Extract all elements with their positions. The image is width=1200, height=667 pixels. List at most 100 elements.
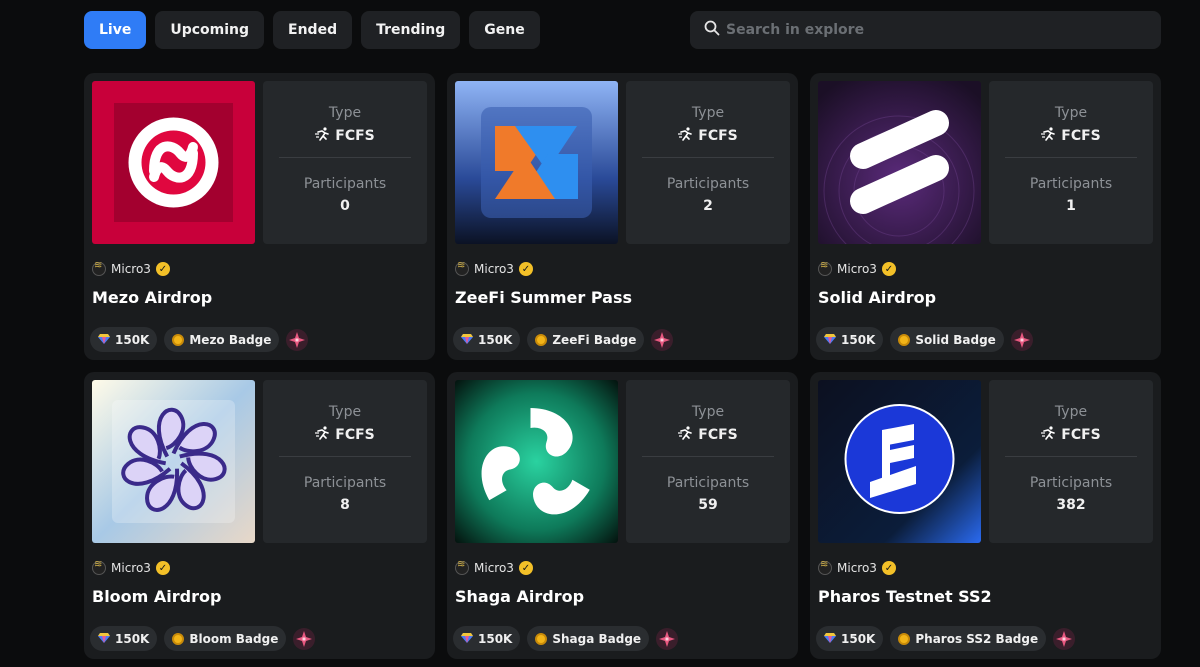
bonus-reward-icon[interactable] [651,328,674,351]
tab-upcoming[interactable]: Upcoming [155,11,265,49]
bonus-reward-icon[interactable] [286,328,309,351]
bonus-reward-icon[interactable] [1053,627,1076,650]
tab-trending[interactable]: Trending [361,11,461,49]
type-value: FCFS [1061,128,1101,144]
reward-pills: 150K Mezo Badge [90,327,309,352]
badge-pill: ZeeFi Badge [527,327,645,352]
type-label: Type [328,105,362,121]
gem-icon [98,632,110,646]
tab-ended[interactable]: Ended [273,11,353,49]
points-pill: 150K [453,327,521,352]
creator-avatar-icon [455,559,469,575]
points-pill: 150K [453,626,521,651]
campaign-info-panel: Type FCFS Participants 8 [263,380,427,543]
type-label: Type [1054,105,1088,121]
type-value: FCFS [698,128,738,144]
runner-icon [315,127,331,145]
verified-icon: ✓ [881,262,896,276]
divider [1005,456,1137,457]
participants-value: 8 [340,497,350,513]
gem-icon [461,632,473,646]
verified-icon: ✓ [155,561,170,575]
type-value: FCFS [698,427,738,443]
participants-value: 2 [703,198,713,214]
creator[interactable]: Micro3 ✓ [92,260,170,276]
reward-pills: 150K Bloom Badge [90,626,316,651]
points-pill: 150K [816,626,884,651]
participants-value: 0 [340,198,350,214]
badge-name: Mezo Badge [189,332,272,347]
reward-pills: 150K Shaga Badge [453,626,679,651]
creator-avatar-icon [818,260,832,276]
campaign-info-panel: Type FCFS Participants 0 [263,81,427,244]
creator[interactable]: Micro3 ✓ [455,559,533,575]
creator-avatar-icon [818,559,832,575]
bonus-reward-icon[interactable] [656,627,679,650]
campaign-card[interactable]: Type FCFS Participants 0 Micro3 ✓ Mezo A… [84,73,435,360]
runner-icon [678,426,694,444]
search-bar[interactable] [690,11,1161,49]
participants-label: Participants [1029,475,1113,491]
badge-name: Pharos SS2 Badge [915,631,1039,646]
type-value: FCFS [335,128,375,144]
gem-icon [824,333,836,347]
divider [642,456,774,457]
divider [642,157,774,158]
points-value: 150K [841,631,876,646]
creator-avatar-icon [92,260,106,276]
badge-name: Solid Badge [915,332,996,347]
campaign-card[interactable]: Type FCFS Participants 2 Micro3 ✓ ZeeFi … [447,73,798,360]
shaga-logo [455,380,618,543]
tab-live[interactable]: Live [84,11,147,49]
runner-icon [1041,127,1057,145]
divider [279,456,411,457]
participants-label: Participants [1029,176,1113,192]
badge-pill: Shaga Badge [527,626,650,651]
badge-pill: Mezo Badge [164,327,280,352]
runner-icon [315,426,331,444]
filter-tabs: Live Upcoming Ended Trending Gene [84,11,540,49]
points-value: 150K [115,631,150,646]
campaign-title: Mezo Airdrop [92,288,213,307]
participants-label: Participants [666,176,750,192]
coin-icon [898,632,911,645]
creator[interactable]: Micro3 ✓ [818,260,896,276]
creator-avatar-icon [455,260,469,276]
tab-gene[interactable]: Gene [469,11,540,49]
bonus-reward-icon[interactable] [293,627,316,650]
search-input[interactable] [726,22,1126,38]
points-pill: 150K [90,327,158,352]
campaign-card[interactable]: Type FCFS Participants 59 Micro3 ✓ Shaga… [447,372,798,659]
badge-pill: Solid Badge [890,327,1004,352]
divider [1005,157,1137,158]
campaign-title: Bloom Airdrop [92,587,222,606]
campaign-card[interactable]: Type FCFS Participants 382 Micro3 ✓ Phar… [810,372,1161,659]
bonus-reward-icon[interactable] [1010,328,1033,351]
participants-value: 59 [698,497,718,513]
creator-name: Micro3 [837,262,877,276]
campaign-title: Solid Airdrop [818,288,937,307]
solid-logo [818,81,981,244]
coin-icon [172,333,185,346]
campaign-title: ZeeFi Summer Pass [455,288,632,307]
points-value: 150K [478,332,513,347]
verified-icon: ✓ [881,561,896,575]
badge-pill: Pharos SS2 Badge [890,626,1047,651]
creator[interactable]: Micro3 ✓ [455,260,533,276]
participants-label: Participants [666,475,750,491]
creator[interactable]: Micro3 ✓ [92,559,170,575]
campaign-card[interactable]: Type FCFS Participants 8 Micro3 ✓ Bloom … [84,372,435,659]
campaign-card[interactable]: Type FCFS Participants 1 Micro3 ✓ Solid … [810,73,1161,360]
coin-icon [535,632,548,645]
badge-name: Bloom Badge [189,631,279,646]
search-icon [704,20,720,40]
points-value: 150K [841,332,876,347]
runner-icon [678,127,694,145]
runner-icon [1041,426,1057,444]
creator[interactable]: Micro3 ✓ [818,559,896,575]
campaign-info-panel: Type FCFS Participants 382 [989,380,1153,543]
points-pill: 150K [816,327,884,352]
verified-icon: ✓ [155,262,170,276]
type-value: FCFS [1061,427,1101,443]
verified-icon: ✓ [518,262,533,276]
